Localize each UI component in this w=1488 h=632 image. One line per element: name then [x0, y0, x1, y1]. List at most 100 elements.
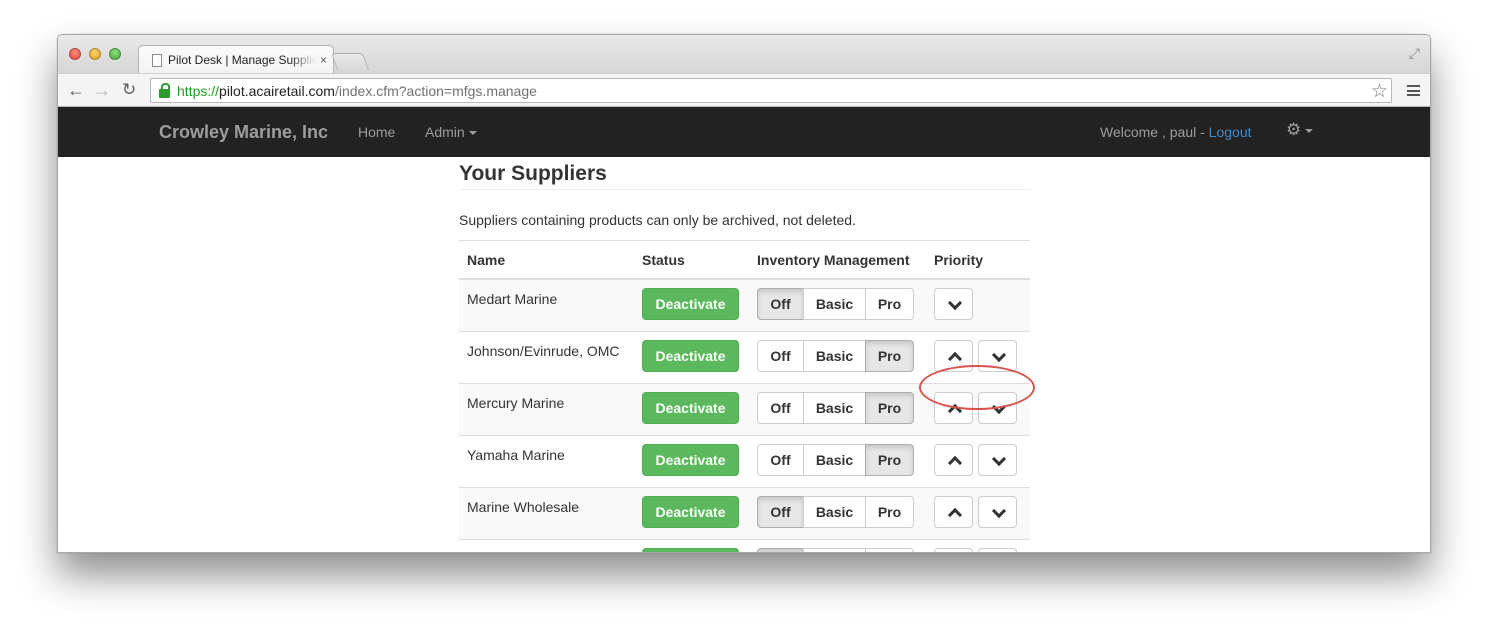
- priority-cell: [926, 330, 1030, 383]
- suppliers-table-body: Medart Marine Deactivate Off Basic Pro Johnso…: [459, 278, 1030, 552]
- minimize-window-button[interactable]: [89, 48, 101, 60]
- url-path: /index.cfm?action=mfgs.manage: [334, 82, 537, 99]
- inventory-basic-button[interactable]: Basic: [803, 547, 866, 552]
- title-bar: Pilot Desk | Manage Suppliers × ⤢: [58, 35, 1430, 74]
- inventory-pro-button[interactable]: Pro: [865, 287, 914, 320]
- supplier-name: Yamaha Marine: [459, 434, 634, 487]
- welcome-text: Welcome , paul - Logout: [1100, 124, 1252, 140]
- deactivate-button[interactable]: Deactivate: [642, 339, 739, 372]
- tab-close-icon[interactable]: ×: [320, 53, 327, 67]
- inventory-basic-button[interactable]: Basic: [803, 495, 866, 528]
- caret-down-icon: [1305, 128, 1314, 133]
- supplier-name: Marine Wholesale: [459, 486, 634, 539]
- browser-menu-icon[interactable]: [1407, 85, 1420, 96]
- inventory-cell: OffBasicPro: [749, 486, 926, 539]
- page-viewport: Crowley Marine, Inc Home Admin Welcome ,…: [58, 107, 1430, 552]
- status-cell: Deactivate: [634, 278, 749, 331]
- deactivate-button[interactable]: Deactivate: [642, 547, 739, 552]
- bookmark-star-icon[interactable]: ☆: [1371, 80, 1388, 103]
- reload-icon[interactable]: ↻: [122, 79, 136, 101]
- inventory-mode-toggle: OffBasicPro: [757, 547, 914, 552]
- table-row: Monterey Boats* Deactivate OffBasicPro: [459, 538, 1030, 552]
- inventory-mode-toggle: OffBasicPro: [757, 495, 914, 528]
- back-arrow-icon[interactable]: ←: [67, 79, 85, 101]
- priority-cell: [926, 434, 1030, 487]
- move-down-chevron-icon[interactable]: [978, 495, 1017, 528]
- zoom-window-button[interactable]: [109, 48, 121, 60]
- fullscreen-icon[interactable]: ⤢: [1409, 45, 1420, 62]
- priority-cell: [926, 278, 1030, 331]
- move-up-chevron-icon[interactable]: [934, 495, 973, 528]
- inventory-basic-button[interactable]: Basic: [803, 339, 866, 372]
- priority-cell: [926, 382, 1030, 435]
- header-inventory-management: Inventory Management: [749, 240, 926, 280]
- url-scheme: https://: [177, 82, 220, 99]
- inventory-off-button[interactable]: Off: [757, 287, 804, 320]
- move-down-chevron-icon[interactable]: [934, 287, 973, 320]
- logout-link[interactable]: Logout: [1209, 124, 1252, 140]
- supplier-name: Mercury Marine: [459, 382, 634, 435]
- tab-title: Pilot Desk | Manage Suppliers: [168, 53, 316, 67]
- move-up-chevron-icon[interactable]: [934, 391, 973, 424]
- supplier-name: Johnson/Evinrude, OMC: [459, 330, 634, 383]
- browser-window: Pilot Desk | Manage Suppliers × ⤢ ← → ↻ …: [57, 34, 1431, 553]
- gear-icon: ⚙: [1286, 120, 1302, 139]
- inventory-pro-button[interactable]: Pro: [865, 443, 914, 476]
- close-window-button[interactable]: [69, 48, 81, 60]
- table-row: Yamaha Marine Deactivate Off Basic Pro: [459, 434, 1030, 487]
- move-up-chevron-icon[interactable]: [934, 339, 973, 372]
- new-tab-button[interactable]: [330, 53, 370, 70]
- address-bar[interactable]: https://pilot.acairetail.com/index.cfm?a…: [150, 78, 1392, 103]
- table-row: Mercury Marine Deactivate Off Basic Pro: [459, 382, 1030, 435]
- deactivate-button[interactable]: Deactivate: [642, 443, 739, 476]
- inventory-off-button[interactable]: Off: [757, 547, 804, 552]
- caret-down-icon: [468, 131, 477, 136]
- table-row: Johnson/Evinrude, OMC Deactivate Off Basic P…: [459, 330, 1030, 383]
- lock-icon: [159, 82, 170, 98]
- priority-buttons: [934, 495, 1017, 528]
- status-cell: Deactivate: [634, 538, 749, 552]
- move-down-chevron-icon[interactable]: [978, 443, 1017, 476]
- priority-buttons: [934, 391, 1017, 424]
- status-cell: Deactivate: [634, 486, 749, 539]
- forward-arrow-icon[interactable]: →: [93, 79, 111, 101]
- suppliers-table: Name Status Inventory Management Priorit…: [459, 240, 1030, 552]
- deactivate-button[interactable]: Deactivate: [642, 391, 739, 424]
- inventory-pro-button[interactable]: Pro: [865, 547, 914, 552]
- settings-dropdown[interactable]: ⚙: [1286, 120, 1314, 140]
- priority-cell: [926, 486, 1030, 539]
- browser-tab-content: Pilot Desk | Manage Suppliers ×: [148, 46, 334, 74]
- move-down-chevron-icon[interactable]: [978, 339, 1017, 372]
- nav-admin-dropdown[interactable]: Admin: [425, 124, 477, 140]
- move-up-chevron-icon[interactable]: [934, 547, 973, 552]
- header-status: Status: [634, 240, 749, 280]
- nav-admin-label: Admin: [425, 124, 465, 140]
- inventory-pro-button[interactable]: Pro: [865, 495, 914, 528]
- table-header-row: Name Status Inventory Management Priorit…: [459, 240, 1030, 280]
- inventory-cell: OffBasicPro: [749, 330, 926, 383]
- inventory-off-button[interactable]: Off: [757, 495, 804, 528]
- deactivate-button[interactable]: Deactivate: [642, 287, 739, 320]
- welcome-label: Welcome , paul -: [1100, 124, 1209, 140]
- inventory-off-button[interactable]: Off: [757, 443, 804, 476]
- inventory-basic-button[interactable]: Basic: [803, 391, 866, 424]
- inventory-mode-toggle: OffBasicPro: [757, 287, 914, 320]
- move-down-chevron-icon[interactable]: [978, 547, 1017, 552]
- inventory-pro-button[interactable]: Pro: [865, 339, 914, 372]
- brand-link[interactable]: Crowley Marine, Inc: [159, 122, 328, 143]
- inventory-pro-button[interactable]: Pro: [865, 391, 914, 424]
- inventory-off-button[interactable]: Off: [757, 391, 804, 424]
- archive-notice: Suppliers containing products can only b…: [459, 212, 856, 228]
- nav-home-link[interactable]: Home: [358, 124, 395, 140]
- inventory-off-button[interactable]: Off: [757, 339, 804, 372]
- inventory-basic-button[interactable]: Basic: [803, 443, 866, 476]
- status-cell: Deactivate: [634, 434, 749, 487]
- move-up-chevron-icon[interactable]: [934, 443, 973, 476]
- deactivate-button[interactable]: Deactivate: [642, 495, 739, 528]
- inventory-basic-button[interactable]: Basic: [803, 287, 866, 320]
- url-text: https://pilot.acairetail.com/index.cfm?a…: [177, 83, 537, 99]
- move-down-chevron-icon[interactable]: [978, 391, 1017, 424]
- url-host: pilot.acairetail.com: [219, 82, 335, 99]
- inventory-cell: OffBasicPro: [749, 382, 926, 435]
- inventory-mode-toggle: OffBasicPro: [757, 339, 914, 372]
